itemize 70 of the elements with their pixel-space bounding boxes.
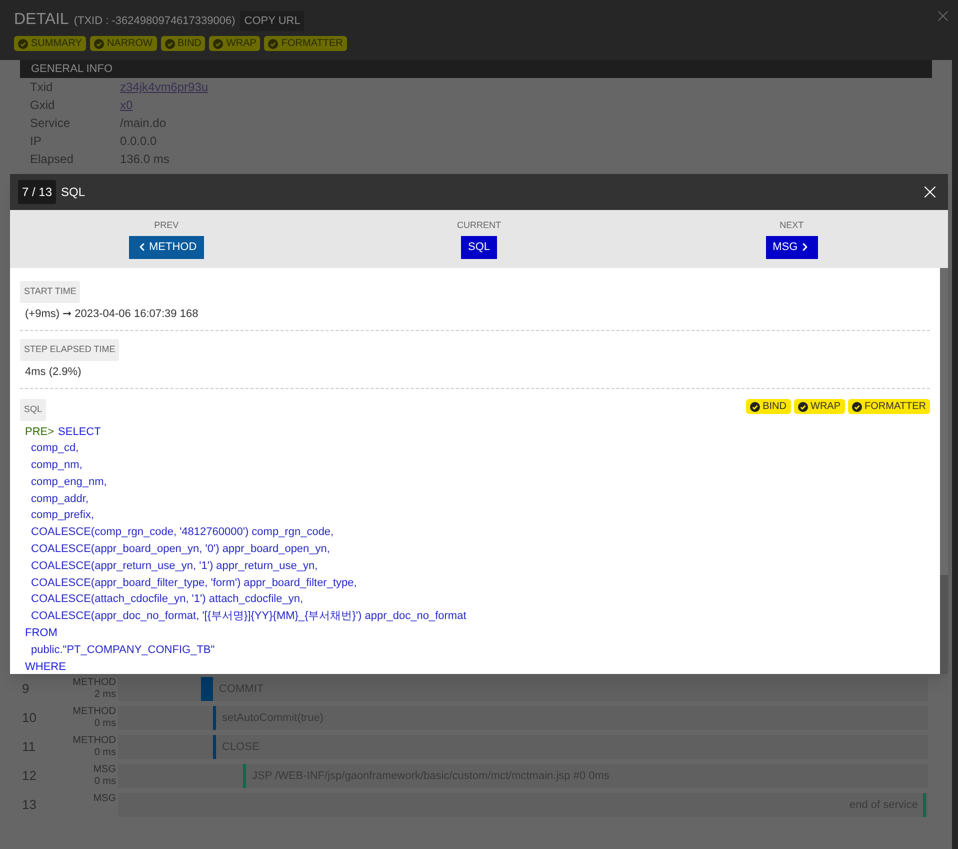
step-duration: 2 ms (94, 689, 116, 701)
info-label: Txid (29, 79, 54, 96)
field-label: START TIME (20, 281, 80, 302)
info-label: Elapsed (29, 151, 74, 168)
step-type: MSG (93, 764, 116, 776)
check-circle-icon (750, 402, 760, 412)
sql-line: COALESCE(appr_board_open_yn, '0') appr_board_open_yn, (31, 543, 330, 556)
field-label: SQL (20, 399, 46, 420)
info-value: 0.0.0.0 (120, 133, 157, 150)
toggle-chip[interactable]: BIND (160, 36, 206, 51)
sql-prefix: PRE> (25, 426, 54, 438)
step-counter: 7 / 13 (18, 180, 56, 204)
modal-title: SQL (61, 184, 86, 201)
step-duration: 0 ms (94, 718, 116, 730)
step-number: 13 (21, 796, 38, 814)
nav-button[interactable]: SQL (460, 236, 497, 259)
toggle-chip[interactable]: NARROW (90, 36, 156, 51)
info-label: Gxid (29, 97, 56, 114)
check-circle-icon (18, 38, 28, 48)
step-type: MSG (93, 793, 116, 805)
section-header: GENERAL INFO (20, 60, 932, 78)
nav-label: PREV (154, 219, 179, 232)
check-circle-icon (164, 38, 174, 48)
toggle-chip[interactable]: BIND (746, 399, 791, 414)
sql-line: public."PT_COMPANY_CONFIG_TB" (31, 644, 215, 656)
step-type: METHOD (72, 706, 116, 718)
nav-button[interactable]: MSG (766, 236, 818, 259)
sql-line: COALESCE(comp_rgn_code, '4812760000') comp_rgn_code, (31, 526, 334, 538)
sql-line: SELECT (58, 426, 101, 438)
toggle-chip[interactable]: SUMMARY (14, 36, 86, 51)
info-label: IP (29, 133, 42, 150)
field-label: STEP ELAPSED TIME (20, 339, 120, 360)
elapsed-value: 4ms (2.9%) (24, 364, 82, 380)
sql-line: comp_addr, (31, 492, 88, 505)
page-title: DETAIL (14, 10, 69, 30)
step-number: 9 (21, 680, 30, 698)
sql-line: comp_cd, (31, 442, 79, 454)
sql-line: COALESCE(attach_cdocfile_yn, '1') attach_cdocfile_yn, (31, 593, 304, 606)
step-number: 12 (21, 767, 38, 785)
sql-line: COALESCE(appr_return_use_yn, '1') appr_return_use_yn, (31, 560, 318, 572)
toggle-chip[interactable]: FORMATTER (264, 36, 347, 51)
toggle-chip[interactable]: WRAP (209, 36, 260, 51)
step-number: 10 (21, 709, 38, 727)
nav-label: NEXT (780, 219, 804, 232)
step-duration: 0 ms (94, 776, 116, 788)
sql-line: comp_prefix, (31, 509, 94, 522)
info-value: /main.do (120, 115, 166, 132)
check-circle-icon (94, 38, 104, 48)
info-value: 136.0 ms (120, 151, 170, 168)
step-number: 11 (21, 738, 36, 756)
info-label: Service (29, 115, 72, 132)
toggle-chip[interactable]: WRAP (794, 399, 845, 414)
nav-button[interactable]: METHOD (128, 236, 204, 259)
sql-line: FROM (25, 627, 58, 640)
sql-line: comp_nm, (31, 459, 82, 472)
check-circle-icon (852, 402, 862, 412)
check-circle-icon (213, 38, 224, 48)
sql-line: WHERE (25, 660, 66, 673)
check-circle-icon (798, 402, 808, 412)
check-circle-icon (268, 38, 278, 48)
sql-line: comp_eng_nm, (31, 476, 107, 488)
copy-url-button[interactable]: COPY URL (240, 10, 304, 32)
step-duration: 0 ms (94, 747, 116, 759)
txid-label: (TXID : -3624980974617339006) (74, 14, 236, 30)
step-type: METHOD (72, 735, 116, 747)
start-time-value: (+9ms) ➞ 2023-04-06 16:07:39 168 (24, 306, 200, 322)
sql-line: COALESCE(appr_board_filter_type, 'form') appr_board_filter_type, (31, 576, 357, 589)
nav-label: CURRENT (456, 219, 501, 232)
sql-line: COALESCE(appr_doc_no_format, '[{부서명}]{YY}{MM}_{부서채번}') appr_doc_no_format (31, 610, 466, 622)
toggle-chip[interactable]: FORMATTER (848, 399, 930, 414)
